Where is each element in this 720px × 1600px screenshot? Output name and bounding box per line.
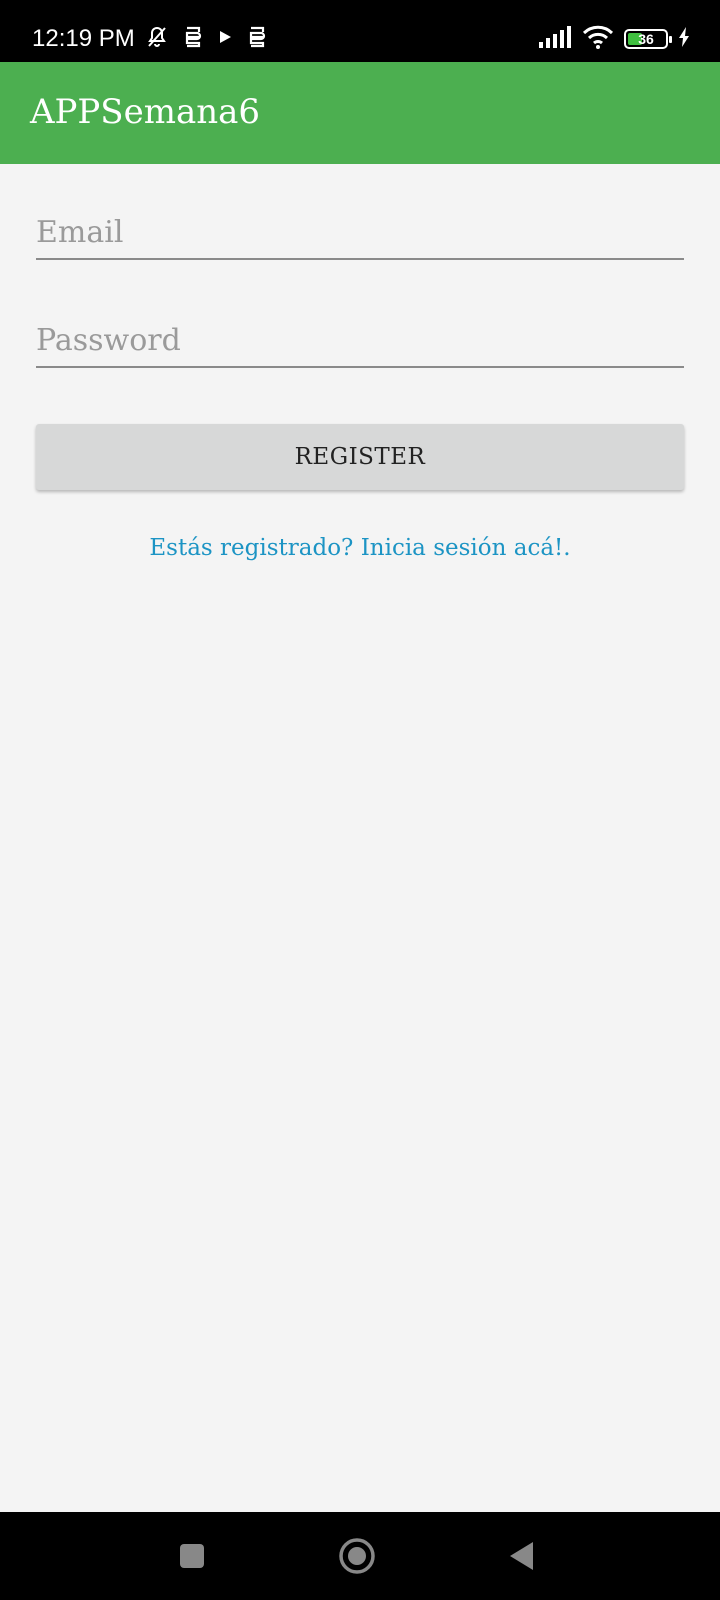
back-icon[interactable]	[502, 1536, 542, 1576]
muted-bell-icon	[145, 25, 169, 54]
login-link[interactable]: Estás registrado? Inicia sesión acá!.	[0, 530, 720, 566]
password-field-container	[36, 304, 684, 368]
notification-icons	[145, 26, 267, 52]
s-app-icon	[247, 25, 267, 54]
navigation-bar	[0, 1512, 720, 1600]
status-time: 12:19 PM	[32, 25, 135, 52]
battery-icon: 36	[624, 29, 672, 49]
charging-icon	[678, 26, 690, 52]
status-bar: 12:19 PM 36	[0, 0, 720, 62]
signal-icon	[538, 25, 572, 53]
app-title: APPSemana6	[30, 92, 261, 132]
password-field[interactable]	[36, 304, 684, 366]
wifi-icon	[582, 25, 614, 54]
email-field-container	[36, 196, 684, 260]
home-icon[interactable]	[337, 1536, 377, 1576]
email-field[interactable]	[36, 196, 684, 258]
play-icon	[217, 29, 233, 50]
battery-level: 36	[638, 31, 654, 47]
system-icons: 36	[538, 25, 690, 54]
recent-apps-icon[interactable]	[172, 1536, 212, 1576]
app-bar: APPSemana6	[0, 62, 720, 164]
register-button[interactable]: REGISTER	[36, 424, 684, 490]
s-app-icon	[183, 25, 203, 54]
